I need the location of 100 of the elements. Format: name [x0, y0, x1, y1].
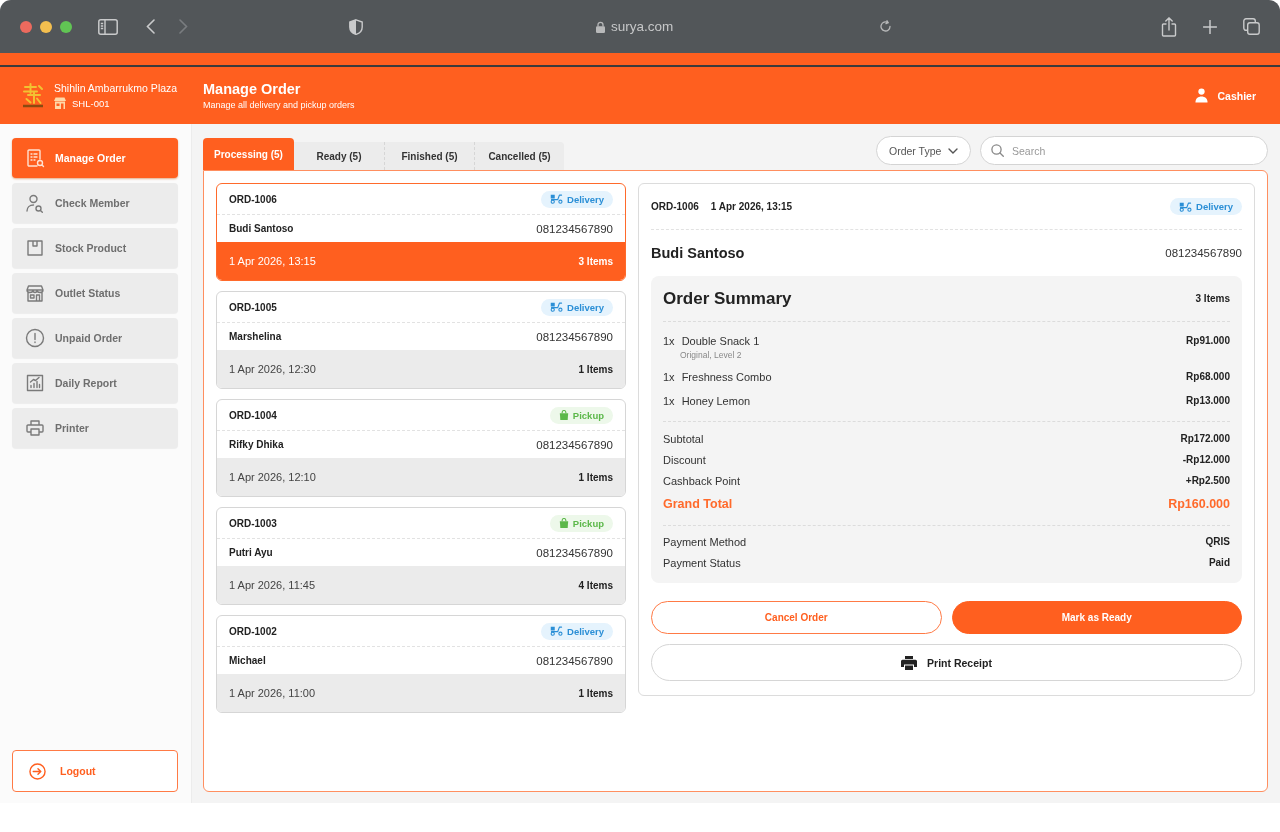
- order-card[interactable]: ORD-1002 Delivery Michael 081234567890 1 Apr 2026, 11:00 1 Items: [216, 615, 626, 713]
- phone-number: 081234567890: [536, 330, 613, 343]
- order-id: ORD-1006: [229, 193, 277, 205]
- tab[interactable]: Processing (5): [203, 138, 294, 170]
- order-type-label: Delivery: [567, 193, 604, 205]
- store-icon: [54, 97, 66, 109]
- summary-title: Order Summary: [663, 288, 792, 309]
- sidebar-item[interactable]: Printer: [12, 408, 178, 448]
- chevron-down-icon: [948, 147, 958, 154]
- minimize-icon[interactable]: [40, 20, 52, 33]
- store-icon: [25, 283, 45, 303]
- payment-value: Paid: [1208, 556, 1230, 570]
- sidebar-item[interactable]: Stock Product: [12, 228, 178, 268]
- item-name: Double Snack 1: [681, 334, 760, 349]
- plus-icon[interactable]: [1203, 19, 1217, 34]
- order-id: ORD-1004: [229, 409, 277, 421]
- payment-label: Payment Method: [663, 535, 747, 550]
- sidebar-toggle-icon[interactable]: [98, 18, 118, 35]
- printer-icon: [25, 418, 45, 438]
- item-name: Honey Lemon: [681, 394, 751, 409]
- phone-number: 081234567890: [536, 546, 613, 559]
- close-icon[interactable]: [20, 20, 32, 33]
- order-time: 1 Apr 2026, 12:30: [229, 363, 316, 375]
- cancel-order-button[interactable]: Cancel Order: [651, 601, 942, 634]
- printer-icon: [901, 655, 918, 670]
- sidebar-item[interactable]: Check Member: [12, 183, 178, 223]
- sidebar-item[interactable]: Unpaid Order: [12, 318, 178, 358]
- customer-name: Michael: [229, 655, 266, 666]
- total-value: +Rp2.500: [1185, 474, 1230, 488]
- order-type-label: Delivery: [1196, 201, 1233, 212]
- payment-value: QRIS: [1205, 535, 1230, 549]
- back-icon[interactable]: [146, 19, 155, 34]
- store-name: Shihlin Ambarrukmo Plaza: [54, 82, 178, 94]
- user-search-icon: [25, 193, 45, 213]
- share-icon[interactable]: [1161, 16, 1177, 37]
- search-icon: [991, 144, 1004, 157]
- reload-icon[interactable]: [879, 20, 892, 33]
- order-id: ORD-1003: [229, 517, 277, 529]
- address-field[interactable]: surya.com: [596, 19, 686, 34]
- tab[interactable]: Cancelled (5): [474, 142, 564, 170]
- logout-icon: [29, 762, 46, 780]
- order-time: 1 Apr 2026, 11:00: [229, 687, 316, 699]
- squares-icon[interactable]: [1243, 18, 1260, 35]
- store-code: SHL-001: [72, 97, 110, 109]
- phone-number: 081234567890: [536, 222, 613, 235]
- total-value: Rp172.000: [1180, 432, 1230, 446]
- order-type-label: Delivery: [567, 301, 604, 313]
- order-type-label: Delivery: [567, 625, 604, 637]
- logo-icon: [22, 82, 44, 109]
- lock-icon: [596, 20, 605, 33]
- order-id: ORD-1002: [229, 625, 277, 637]
- grand-total-label: Grand Total: [663, 496, 733, 513]
- item-price: Rp68.000: [1186, 370, 1230, 384]
- order-card[interactable]: ORD-1004 Pickup Rifky Dhika 081234567890 1 Apr 2026, 12:10 1 Items: [216, 399, 626, 497]
- item-quantity: 1x: [663, 370, 675, 385]
- item-note: Original, Level 2: [679, 349, 743, 361]
- user-icon: [1195, 88, 1209, 103]
- document-search-icon: [25, 148, 45, 168]
- order-type-dropdown[interactable]: Order Type: [876, 136, 971, 165]
- total-value: -Rp12.000: [1182, 453, 1230, 467]
- item-count: 4 Items: [578, 579, 613, 591]
- order-time: 1 Apr 2026, 12:10: [229, 471, 316, 483]
- page-title: Manage Order: [203, 81, 302, 97]
- phone-number: 081234567890: [1165, 247, 1242, 259]
- scooter-icon: [550, 194, 563, 204]
- order-type-label: Pickup: [572, 517, 604, 529]
- item-quantity: 1x: [663, 394, 675, 409]
- item-count: 3 Items: [1195, 293, 1230, 304]
- customer-name: Budi Santoso: [651, 245, 745, 261]
- order-id: ORD-1005: [229, 301, 277, 313]
- tab[interactable]: Finished (5): [384, 142, 474, 170]
- mark-ready-button[interactable]: Mark as Ready: [951, 601, 1242, 634]
- total-label: Discount: [663, 453, 706, 468]
- order-time: 1 Apr 2026, 13:15: [710, 201, 793, 212]
- tab[interactable]: Ready (5): [294, 142, 384, 170]
- customer-name: Putri Ayu: [229, 547, 273, 558]
- order-card[interactable]: ORD-1005 Delivery Marshelina 081234567890 1 Apr 2026, 12:30 1 Items: [216, 291, 626, 389]
- sidebar-item[interactable]: Daily Report: [12, 363, 178, 403]
- user-name: Cashier: [1217, 89, 1256, 102]
- item-count: 1 Items: [578, 687, 613, 699]
- search-field[interactable]: Search: [980, 136, 1268, 165]
- logout-button[interactable]: Logout: [12, 750, 178, 792]
- payment-label: Payment Status: [663, 556, 741, 571]
- sidebar-item[interactable]: Manage Order: [12, 138, 178, 178]
- shield-icon[interactable]: [349, 18, 363, 35]
- order-card[interactable]: ORD-1006 Delivery Budi Santoso 081234567890 1 Apr 2026, 13:15 3 Items: [216, 183, 626, 281]
- order-type-label: Pickup: [572, 409, 604, 421]
- total-label: Cashback Point: [663, 474, 741, 489]
- order-time: 1 Apr 2026, 11:45: [229, 579, 316, 591]
- order-card[interactable]: ORD-1003 Pickup Putri Ayu 081234567890 1 Apr 2026, 11:45 4 Items: [216, 507, 626, 605]
- item-count: 1 Items: [578, 363, 613, 375]
- scooter-icon: [550, 626, 563, 636]
- item-count: 3 Items: [578, 255, 613, 267]
- sidebar-item[interactable]: Outlet Status: [12, 273, 178, 313]
- scooter-icon: [550, 302, 563, 312]
- print-receipt-button[interactable]: Print Receipt: [651, 644, 1242, 681]
- customer-name: Marshelina: [229, 331, 282, 342]
- maximize-icon[interactable]: [60, 20, 72, 33]
- item-quantity: 1x: [663, 334, 675, 349]
- box-icon: [25, 238, 45, 258]
